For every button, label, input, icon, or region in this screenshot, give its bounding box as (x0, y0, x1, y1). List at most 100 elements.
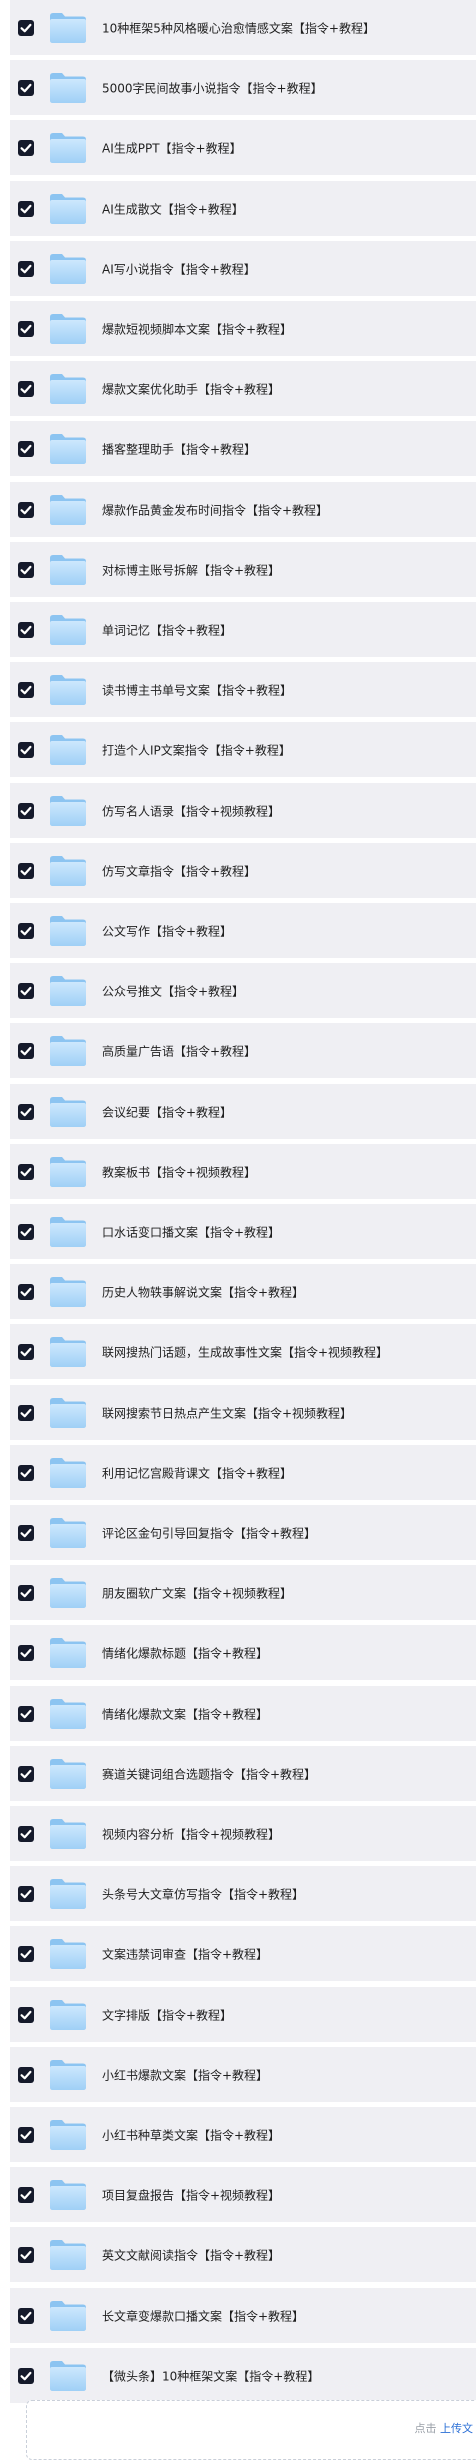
checkbox-checked-icon[interactable] (18, 501, 34, 518)
file-row[interactable]: 公众号推文【指令+教程】 (10, 963, 476, 1018)
checkbox-checked-icon[interactable] (18, 79, 34, 96)
file-name-label: 单词记忆【指令+教程】 (102, 623, 233, 637)
file-row[interactable]: AI生成散文【指令+教程】 (10, 181, 476, 236)
checkbox-checked-icon[interactable] (18, 561, 34, 578)
folder-icon (49, 674, 87, 706)
file-row[interactable]: 赛道关键词组合选题指令【指令+教程】 (10, 1746, 476, 1801)
file-row[interactable]: 公文写作【指令+教程】 (10, 903, 476, 958)
file-row[interactable]: 文字排版【指令+教程】 (10, 1987, 476, 2042)
file-row[interactable]: 小红书种草类文案【指令+教程】 (10, 2107, 476, 2162)
checkbox-checked-icon[interactable] (18, 2367, 34, 2384)
upload-link[interactable]: 上传文 (440, 2422, 473, 2435)
checkbox-checked-icon[interactable] (18, 2246, 34, 2263)
checkbox-checked-icon[interactable] (18, 681, 34, 698)
checkbox-checked-icon[interactable] (18, 1163, 34, 1180)
file-row[interactable]: 播客整理助手【指令+教程】 (10, 421, 476, 476)
checkbox-checked-icon[interactable] (18, 1283, 34, 1300)
file-name-label: 情绪化爆款文案【指令+教程】 (102, 1707, 269, 1721)
checkbox-checked-icon[interactable] (18, 862, 34, 879)
file-row[interactable]: 历史人物轶事解说文案【指令+教程】 (10, 1264, 476, 1319)
file-row[interactable]: 情绪化爆款标题【指令+教程】 (10, 1625, 476, 1680)
checkbox-checked-icon[interactable] (18, 2066, 34, 2083)
checkbox-checked-icon[interactable] (18, 741, 34, 758)
upload-hint-prefix: 点击 (414, 2422, 437, 2435)
folder-icon (49, 494, 87, 526)
checkbox-checked-icon[interactable] (18, 200, 34, 217)
file-row[interactable]: 爆款文案优化助手【指令+教程】 (10, 361, 476, 416)
file-row[interactable]: 联网搜热门话题，生成故事性文案【指令+视频教程】 (10, 1324, 476, 1379)
file-row[interactable]: 仿写文章指令【指令+教程】 (10, 843, 476, 898)
file-row[interactable]: 高质量广告语【指令+教程】 (10, 1023, 476, 1078)
file-row[interactable]: 读书博主书单号文案【指令+教程】 (10, 662, 476, 717)
checkbox-checked-icon[interactable] (18, 1464, 34, 1481)
file-name-label: 公众号推文【指令+教程】 (102, 984, 245, 998)
checkbox-checked-icon[interactable] (18, 1885, 34, 1902)
file-row[interactable]: 小红书爆款文案【指令+教程】 (10, 2047, 476, 2102)
checkbox-checked-icon[interactable] (18, 1042, 34, 1059)
checkbox-checked-icon[interactable] (18, 2186, 34, 2203)
file-row[interactable]: 视频内容分析【指令+视频教程】 (10, 1806, 476, 1861)
folder-icon (49, 1577, 87, 1609)
file-name-label: 联网搜热门话题，生成故事性文案【指令+视频教程】 (102, 1345, 389, 1359)
file-row[interactable]: 头条号大文章仿写指令【指令+教程】 (10, 1866, 476, 1921)
file-row[interactable]: 朋友圈软广文案【指令+视频教程】 (10, 1565, 476, 1620)
checkbox-checked-icon[interactable] (18, 1404, 34, 1421)
checkbox-checked-icon[interactable] (18, 1765, 34, 1782)
file-row[interactable]: 对标博主账号拆解【指令+教程】 (10, 542, 476, 597)
checkbox-checked-icon[interactable] (18, 1945, 34, 1962)
file-name-label: AI写小说指令【指令+教程】 (102, 262, 256, 276)
file-row[interactable]: 【微头条】10种框架文案【指令+教程】 (10, 2348, 476, 2403)
checkbox-checked-icon[interactable] (18, 1524, 34, 1541)
upload-dropzone[interactable]: 点击 上传文 (26, 2400, 476, 2460)
folder-icon (49, 2059, 87, 2091)
checkbox-checked-icon[interactable] (18, 19, 34, 36)
checkbox-checked-icon[interactable] (18, 2126, 34, 2143)
checkbox-checked-icon[interactable] (18, 922, 34, 939)
file-row[interactable]: AI生成PPT【指令+教程】 (10, 120, 476, 175)
file-name-label: 头条号大文章仿写指令【指令+教程】 (102, 1887, 305, 1901)
file-name-label: 5000字民间故事小说指令【指令+教程】 (102, 81, 323, 95)
checkbox-checked-icon[interactable] (18, 1223, 34, 1240)
file-row[interactable]: 文案违禁词审查【指令+教程】 (10, 1926, 476, 1981)
file-row[interactable]: 教案板书【指令+视频教程】 (10, 1144, 476, 1199)
file-row[interactable]: 打造个人IP文案指令【指令+教程】 (10, 722, 476, 777)
checkbox-checked-icon[interactable] (18, 2307, 34, 2324)
folder-icon (49, 1758, 87, 1790)
file-row[interactable]: 爆款作品黄金发布时间指令【指令+教程】 (10, 482, 476, 537)
file-row[interactable]: 口水话变口播文案【指令+教程】 (10, 1204, 476, 1259)
checkbox-checked-icon[interactable] (18, 1825, 34, 1842)
checkbox-checked-icon[interactable] (18, 440, 34, 457)
file-row[interactable]: 英文文献阅读指令【指令+教程】 (10, 2227, 476, 2282)
checkbox-checked-icon[interactable] (18, 1103, 34, 1120)
checkbox-checked-icon[interactable] (18, 982, 34, 999)
checkbox-checked-icon[interactable] (18, 139, 34, 156)
file-row[interactable]: 长文章变爆款口播文案【指令+教程】 (10, 2288, 476, 2343)
checkbox-checked-icon[interactable] (18, 2006, 34, 2023)
file-row[interactable]: 联网搜索节日热点产生文案【指令+视频教程】 (10, 1385, 476, 1440)
file-row[interactable]: 评论区金句引导回复指令【指令+教程】 (10, 1505, 476, 1560)
checkbox-checked-icon[interactable] (18, 320, 34, 337)
file-row[interactable]: AI写小说指令【指令+教程】 (10, 241, 476, 296)
file-name-label: 口水话变口播文案【指令+教程】 (102, 1225, 281, 1239)
file-row[interactable]: 5000字民间故事小说指令【指令+教程】 (10, 60, 476, 115)
file-row[interactable]: 会议纪要【指令+教程】 (10, 1084, 476, 1139)
checkbox-checked-icon[interactable] (18, 260, 34, 277)
file-row[interactable]: 利用记忆宫殿背课文【指令+教程】 (10, 1445, 476, 1500)
checkbox-checked-icon[interactable] (18, 1343, 34, 1360)
folder-icon (49, 795, 87, 827)
file-row[interactable]: 10种框架5种风格暖心治愈情感文案【指令+教程】 (10, 0, 476, 55)
file-row[interactable]: 仿写名人语录【指令+视频教程】 (10, 783, 476, 838)
folder-icon (49, 132, 87, 164)
file-row[interactable]: 单词记忆【指令+教程】 (10, 602, 476, 657)
folder-icon (49, 2360, 87, 2392)
file-row[interactable]: 情绪化爆款文案【指令+教程】 (10, 1686, 476, 1741)
checkbox-checked-icon[interactable] (18, 380, 34, 397)
file-name-label: 会议纪要【指令+教程】 (102, 1105, 233, 1119)
checkbox-checked-icon[interactable] (18, 802, 34, 819)
checkbox-checked-icon[interactable] (18, 1584, 34, 1601)
checkbox-checked-icon[interactable] (18, 1644, 34, 1661)
file-row[interactable]: 项目复盘报告【指令+视频教程】 (10, 2167, 476, 2222)
file-row[interactable]: 爆款短视频脚本文案【指令+教程】 (10, 301, 476, 356)
checkbox-checked-icon[interactable] (18, 621, 34, 638)
checkbox-checked-icon[interactable] (18, 1705, 34, 1722)
